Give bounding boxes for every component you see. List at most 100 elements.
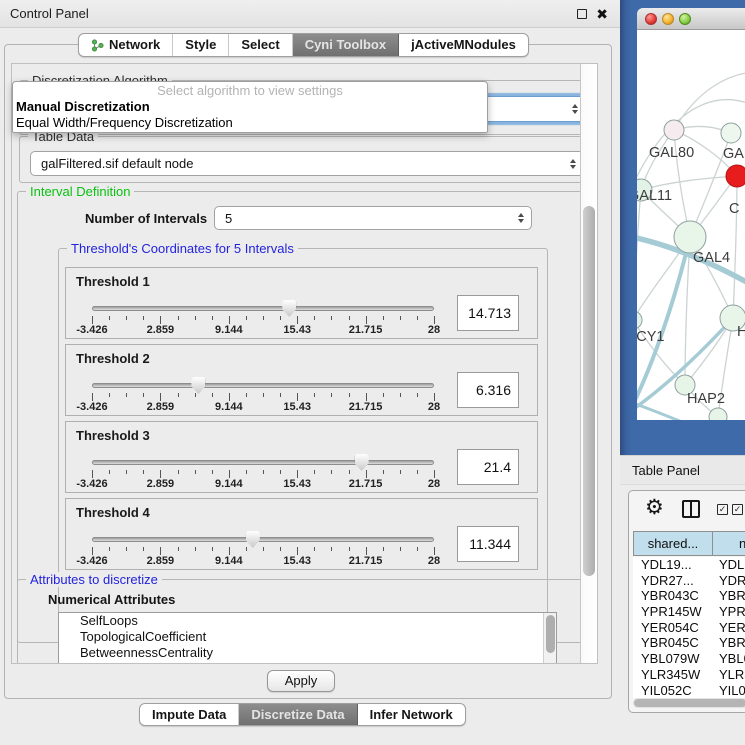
tab-jactivemnodules[interactable]: jActiveMNodules (399, 34, 528, 56)
list-item[interactable]: BetweennessCentrality (59, 645, 556, 661)
table-row[interactable]: YLR345WYLR3 (633, 667, 745, 683)
column-header-shared[interactable]: shared... (633, 531, 713, 556)
right-side-panels: GAL80 GA C GAL11 GAL4 GCY1 H HAP2 Table … (620, 0, 745, 745)
network-window-titlebar[interactable] (637, 8, 745, 30)
table-rows: YDL19...YDL1 YDR27...YDR2 YBR043CYBR0 YP… (633, 557, 745, 698)
network-icon (91, 39, 104, 52)
close-icon[interactable]: ✖ (596, 6, 608, 23)
horizontal-scrollbar[interactable] (633, 698, 745, 708)
threshold-3-value-field[interactable]: 21.4 (457, 449, 519, 485)
threshold-1-block: Threshold 1 -3.4262.8599.14415.4321.7152… (65, 267, 538, 339)
threshold-2-value-field[interactable]: 6.316 (457, 372, 519, 408)
node (637, 311, 642, 329)
slider-tick-labels: -3.4262.8599.14415.4321.71528 (92, 324, 434, 336)
checkbox-icon[interactable]: ✓ (717, 504, 728, 515)
attributes-group-title: Attributes to discretize (26, 572, 162, 587)
tab-style[interactable]: Style (173, 34, 229, 56)
threshold-2-slider[interactable] (92, 383, 434, 388)
float-window-icon[interactable] (577, 9, 587, 19)
tab-infer-network[interactable]: Infer Network (358, 704, 465, 725)
slider-tick-labels: -3.4262.8599.14415.4321.71528 (92, 478, 434, 490)
close-traffic-light-icon[interactable] (645, 13, 657, 25)
threshold-1-label: Threshold 1 (76, 274, 150, 289)
zoom-traffic-light-icon[interactable] (679, 13, 691, 25)
slider-thumb[interactable] (282, 300, 296, 317)
thresholds-group-title: Threshold's Coordinates for 5 Intervals (67, 241, 298, 256)
table-row[interactable]: YDL19...YDL1 (633, 557, 745, 573)
top-tab-bar: Network Style Select Cyni Toolbox jActiv… (78, 33, 529, 57)
table-row[interactable]: YIL052CYIL0 (633, 683, 745, 699)
threshold-4-block: Threshold 4 -3.4262.8599.14415.4321.7152… (65, 498, 538, 570)
slider-thumb[interactable] (246, 531, 260, 548)
table-row[interactable]: YPR145WYPR1 (633, 604, 745, 620)
number-of-intervals-label: Number of Intervals (85, 211, 207, 226)
threshold-3-label: Threshold 3 (76, 428, 150, 443)
tab-network[interactable]: Network (79, 34, 173, 56)
threshold-2-label: Threshold 2 (76, 351, 150, 366)
list-scrollbar[interactable] (543, 613, 556, 663)
number-of-intervals-combo[interactable]: 5 (214, 206, 532, 230)
apply-button[interactable]: Apply (267, 670, 335, 692)
table-panel: ⚙ ✓ ✓ shared... n YDL19...YDL1 YDR27...Y… (628, 490, 745, 713)
table-row[interactable]: YBR045CYBR0 (633, 635, 745, 651)
list-item[interactable]: SelfLoops (59, 613, 556, 629)
columns-icon[interactable] (682, 500, 700, 518)
column-header-name[interactable]: n (713, 531, 745, 556)
combo-stepper-icon (572, 104, 578, 114)
table-panel-titlebar: Table Panel (620, 455, 745, 485)
node-label-partial: H (737, 324, 745, 340)
settings-scroll-area: Discretization Algorithm Table Data galF… (11, 63, 598, 664)
numerical-attributes-list[interactable]: SelfLoops TopologicalCoefficient Between… (58, 612, 557, 664)
threshold-3-block: Threshold 3 -3.4262.8599.14415.4321.7152… (65, 421, 538, 493)
slider-tick-labels: -3.4262.8599.14415.4321.71528 (92, 555, 434, 567)
network-canvas[interactable]: GAL80 GA C GAL11 GAL4 GCY1 H HAP2 (637, 30, 745, 420)
threshold-1-value-field[interactable]: 14.713 (457, 295, 519, 331)
algorithm-dropdown-popup: Select algorithm to view settings Manual… (12, 81, 488, 133)
option-manual-discretization[interactable]: Manual Discretization (13, 99, 487, 115)
table-toolbar: ⚙ ✓ ✓ (629, 491, 745, 529)
scrollbar-thumb[interactable] (583, 206, 595, 576)
tab-select[interactable]: Select (229, 34, 292, 56)
table-data-combo[interactable]: galFiltered.sif default node (30, 151, 584, 176)
node (674, 221, 706, 253)
scrollbar-thumb[interactable] (546, 615, 555, 653)
option-equal-width-frequency[interactable]: Equal Width/Frequency Discretization (13, 115, 487, 131)
scrollbar-thumb[interactable] (634, 699, 745, 707)
slider-ruler (92, 393, 434, 401)
network-node-labels: GAL80 GA C GAL11 GAL4 GCY1 H HAP2 (637, 145, 745, 407)
tab-discretize-data[interactable]: Discretize Data (239, 704, 357, 725)
control-panel-titlebar: Control Panel ✖ (0, 0, 620, 28)
threshold-1-slider[interactable] (92, 306, 434, 311)
desktop-background: GAL80 GA C GAL11 GAL4 GCY1 H HAP2 (620, 0, 745, 455)
table-data-group: Table Data galFiltered.sif default node (19, 136, 594, 183)
table-header-row: shared... n (633, 531, 745, 556)
table-row[interactable]: YER054CYER0 (633, 620, 745, 636)
combo-stepper-icon (570, 159, 576, 169)
node-label-gcy1: GCY1 (637, 329, 665, 345)
node-label-gal11: GAL11 (637, 188, 672, 204)
node-label-hap2: HAP2 (687, 391, 725, 407)
tab-impute-data[interactable]: Impute Data (140, 704, 239, 725)
gear-icon[interactable]: ⚙ (645, 495, 664, 519)
slider-thumb[interactable] (355, 454, 369, 471)
table-row[interactable]: YBR043CYBR0 (633, 588, 745, 604)
threshold-4-slider[interactable] (92, 537, 434, 542)
slider-tick-labels: -3.4262.8599.14415.4321.71528 (92, 401, 434, 413)
tab-cyni-toolbox[interactable]: Cyni Toolbox (293, 34, 399, 56)
checkbox-icon[interactable]: ✓ (732, 504, 743, 515)
node-label-partial: C (729, 201, 739, 217)
table-row[interactable]: YBL079WYBL0 (633, 651, 745, 667)
list-item[interactable]: TopologicalCoefficient (59, 629, 556, 645)
slider-thumb[interactable] (191, 377, 205, 394)
main-scrollbar[interactable] (580, 64, 597, 663)
table-panel-title: Table Panel (632, 456, 700, 485)
combo-stepper-icon (518, 213, 524, 223)
node-label-gal80: GAL80 (649, 145, 694, 161)
algorithm-hint: Select algorithm to view settings (13, 82, 487, 99)
minimize-traffic-light-icon[interactable] (662, 13, 674, 25)
threshold-4-value-field[interactable]: 11.344 (457, 526, 519, 562)
threshold-2-block: Threshold 2 -3.4262.8599.14415.4321.7152… (65, 344, 538, 416)
table-row[interactable]: YDR27...YDR2 (633, 573, 745, 589)
threshold-3-slider[interactable] (92, 460, 434, 465)
bottom-tab-bar: Impute Data Discretize Data Infer Networ… (139, 703, 466, 726)
